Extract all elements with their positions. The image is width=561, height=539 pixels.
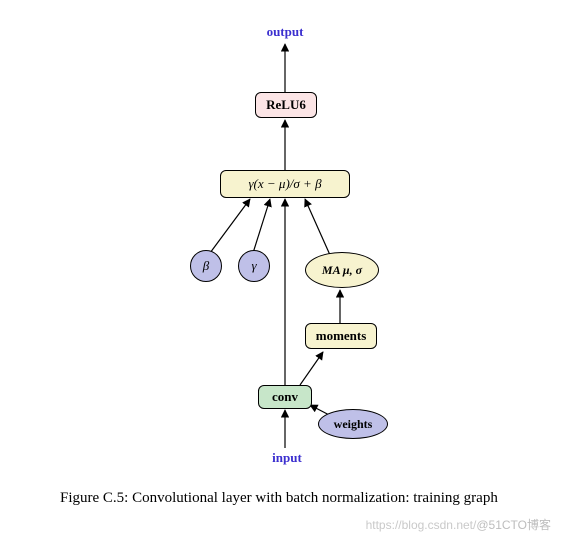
watermark-right: @51CTO博客 bbox=[476, 518, 551, 532]
relu6-node: ReLU6 bbox=[255, 92, 317, 118]
diagram-canvas: output input ReLU6 γ(x − μ)/σ + β β γ MA… bbox=[0, 0, 561, 539]
conv-node: conv bbox=[258, 385, 312, 409]
watermark-left: https://blog.csdn.net/ bbox=[366, 518, 477, 532]
gamma-param-node: γ bbox=[238, 250, 270, 282]
moving-average-node: MA μ, σ bbox=[305, 252, 379, 288]
input-label: input bbox=[270, 450, 304, 466]
moments-node: moments bbox=[305, 323, 377, 349]
beta-param-node: β bbox=[190, 250, 222, 282]
weights-node: weights bbox=[318, 409, 388, 439]
batchnorm-formula-node: γ(x − μ)/σ + β bbox=[220, 170, 350, 198]
figure-caption: Figure C.5: Convolutional layer with bat… bbox=[60, 488, 500, 508]
output-label: output bbox=[265, 24, 305, 40]
watermark: https://blog.csdn.net/@51CTO博客 bbox=[366, 516, 551, 533]
